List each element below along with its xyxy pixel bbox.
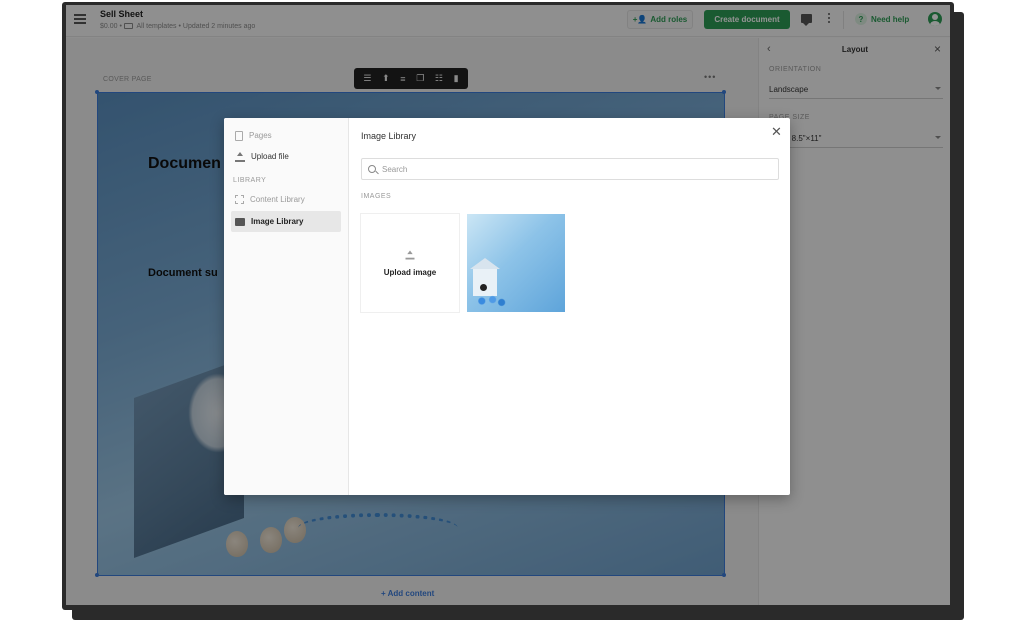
upload-image-tile[interactable]: Upload image — [361, 214, 459, 312]
images-section-label: IMAGES — [361, 193, 392, 200]
sidebar-item-label: Content Library — [250, 195, 305, 204]
image-library-modal: Pages Upload file LIBRARY Content Librar… — [224, 118, 790, 495]
sidebar-item-upload-file[interactable]: Upload file — [231, 146, 341, 167]
search-icon — [368, 165, 376, 173]
image-thumbnail[interactable] — [467, 214, 565, 312]
sidebar-item-pages[interactable]: Pages — [231, 125, 341, 146]
content-library-icon — [235, 195, 244, 204]
search-input[interactable] — [382, 164, 762, 174]
image-icon — [235, 217, 245, 226]
upload-icon — [405, 250, 415, 259]
sidebar-item-content-library[interactable]: Content Library — [231, 189, 341, 210]
modal-title: Image Library — [361, 131, 417, 141]
birdhouse-hole-image — [480, 284, 487, 291]
close-icon[interactable]: ✕ — [771, 124, 782, 140]
sidebar-item-label: Pages — [249, 131, 272, 140]
page-icon — [235, 130, 243, 141]
library-section-label: LIBRARY — [233, 177, 267, 184]
sidebar-item-label: Image Library — [251, 217, 304, 226]
upload-image-label: Upload image — [383, 267, 437, 277]
upload-icon — [235, 151, 245, 162]
birdhouse-image — [470, 258, 500, 296]
modal-sidebar: Pages Upload file LIBRARY Content Librar… — [224, 118, 349, 495]
app-window: Sell Sheet $0.00 • All templates • Updat… — [66, 5, 950, 605]
sidebar-item-image-library[interactable]: Image Library — [231, 211, 341, 232]
sidebar-item-label: Upload file — [251, 152, 289, 161]
flowers-image — [471, 294, 507, 308]
search-field[interactable] — [361, 158, 779, 180]
modal-main: Image Library ✕ IMAGES Upload image — [349, 118, 790, 495]
